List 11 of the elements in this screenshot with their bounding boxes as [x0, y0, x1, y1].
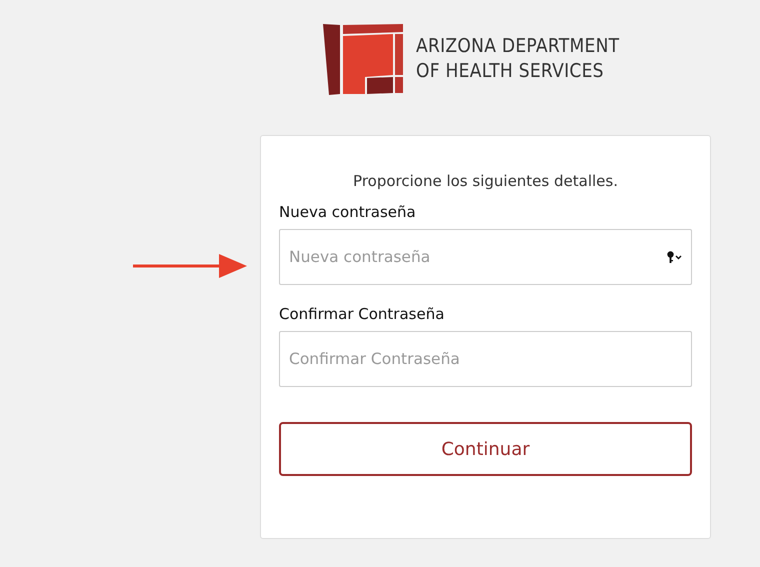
field-label: Nueva contraseña	[279, 203, 417, 221]
arrow-icon	[133, 253, 247, 279]
intro-text: Proporcione los siguientes detalles.	[352, 172, 619, 190]
continue-button[interactable]: Continuar	[279, 422, 692, 476]
logo-text: OF HEALTH SERVICES	[416, 59, 605, 84]
logo-icon	[323, 22, 405, 96]
input-field[interactable]: Confirmar Contraseña	[279, 331, 692, 387]
field-label: Confirmar Contraseña	[279, 305, 446, 323]
key-icon[interactable]	[667, 251, 683, 263]
logo-text: ARIZONA DEPARTMENT	[416, 34, 620, 59]
input-field[interactable]: Nueva contraseña	[279, 229, 692, 285]
